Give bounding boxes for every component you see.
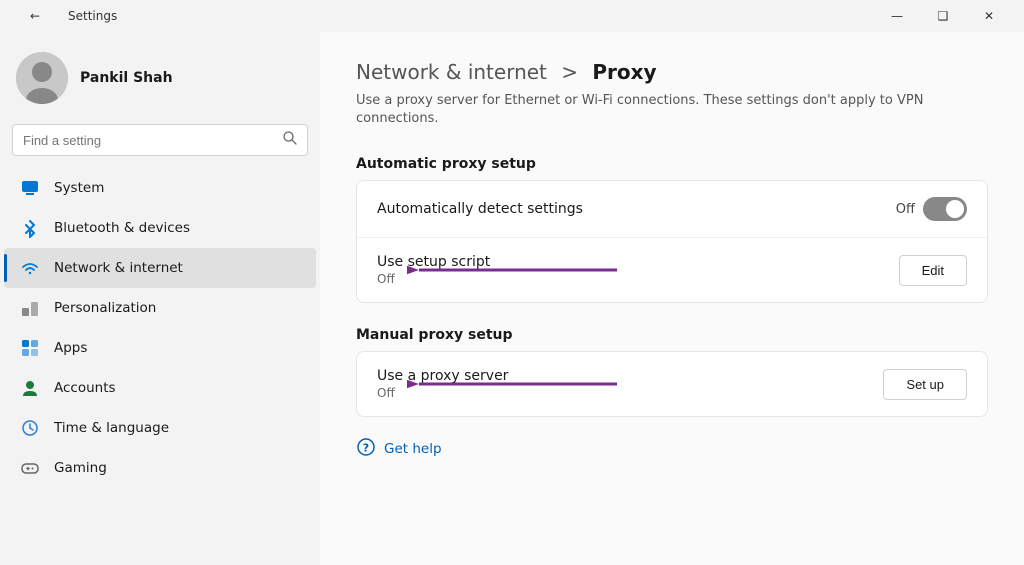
setup-script-sublabel: Off xyxy=(377,272,490,286)
breadcrumb: Network & internet > Proxy xyxy=(356,60,988,84)
breadcrumb-parent[interactable]: Network & internet xyxy=(356,60,547,84)
section-header-manual: Manual proxy setup xyxy=(356,327,988,343)
sidebar-item-gaming-label: Gaming xyxy=(54,460,107,476)
sidebar-item-time-label: Time & language xyxy=(54,420,169,436)
search-box[interactable] xyxy=(12,124,308,156)
sidebar-item-network[interactable]: Network & internet xyxy=(4,248,316,288)
main-content: Network & internet > Proxy Use a proxy s… xyxy=(320,32,1024,565)
avatar xyxy=(16,52,68,104)
bluetooth-icon xyxy=(20,218,40,238)
setup-script-info: Use setup script Off xyxy=(377,254,490,286)
setup-script-edit-button[interactable]: Edit xyxy=(899,255,967,286)
network-icon xyxy=(20,258,40,278)
sidebar-item-apps[interactable]: Apps xyxy=(4,328,316,368)
personalization-icon xyxy=(20,298,40,318)
sidebar-item-personalization-label: Personalization xyxy=(54,300,156,316)
subtitle: Use a proxy server for Ethernet or Wi-Fi… xyxy=(356,92,988,128)
accounts-icon xyxy=(20,378,40,398)
breadcrumb-separator: > xyxy=(561,60,578,84)
system-icon xyxy=(20,178,40,198)
proxy-server-sublabel: Off xyxy=(377,386,508,400)
proxy-server-row: Use a proxy server Off Set up xyxy=(357,352,987,416)
sidebar-item-bluetooth-label: Bluetooth & devices xyxy=(54,220,190,236)
get-help-link[interactable]: ? Get help xyxy=(356,437,988,461)
sidebar-item-personalization[interactable]: Personalization xyxy=(4,288,316,328)
sidebar-item-time[interactable]: Time & language xyxy=(4,408,316,448)
sidebar-item-system-label: System xyxy=(54,180,104,196)
sidebar-item-system[interactable]: System xyxy=(4,168,316,208)
auto-detect-toggle[interactable] xyxy=(923,197,967,221)
search-input[interactable] xyxy=(23,133,275,148)
sidebar-item-accounts-label: Accounts xyxy=(54,380,116,396)
proxy-server-label: Use a proxy server xyxy=(377,368,508,384)
manual-proxy-card: Use a proxy server Off Set up xyxy=(356,351,988,417)
sidebar-item-apps-label: Apps xyxy=(54,340,87,356)
titlebar-controls: — ❑ ✕ xyxy=(874,0,1012,32)
nav-list: System Bluetooth & devices Network xyxy=(0,168,320,557)
time-icon xyxy=(20,418,40,438)
maximize-button[interactable]: ❑ xyxy=(920,0,966,32)
titlebar-left: ← Settings xyxy=(12,0,117,32)
minimize-button[interactable]: — xyxy=(874,0,920,32)
setup-script-row: Use setup script Off Edit xyxy=(357,238,987,302)
search-icon xyxy=(283,131,297,149)
apps-icon xyxy=(20,338,40,358)
sidebar-item-accounts[interactable]: Accounts xyxy=(4,368,316,408)
auto-detect-row: Automatically detect settings Off xyxy=(357,181,987,238)
proxy-server-setup-button[interactable]: Set up xyxy=(883,369,967,400)
section-header-automatic: Automatic proxy setup xyxy=(356,156,988,172)
sidebar-item-network-label: Network & internet xyxy=(54,260,183,276)
proxy-server-info: Use a proxy server Off xyxy=(377,368,508,400)
svg-text:?: ? xyxy=(363,442,369,455)
auto-detect-label: Automatically detect settings xyxy=(377,201,583,217)
sidebar-item-bluetooth[interactable]: Bluetooth & devices xyxy=(4,208,316,248)
help-circle-icon: ? xyxy=(356,437,376,461)
titlebar: ← Settings — ❑ ✕ xyxy=(0,0,1024,32)
app-body: Pankil Shah System xyxy=(0,32,1024,565)
user-name: Pankil Shah xyxy=(80,70,173,86)
automatic-proxy-card: Automatically detect settings Off Use se… xyxy=(356,180,988,303)
titlebar-title: Settings xyxy=(68,9,117,23)
close-button[interactable]: ✕ xyxy=(966,0,1012,32)
auto-detect-toggle-group: Off xyxy=(896,197,967,221)
sidebar-item-gaming[interactable]: Gaming xyxy=(4,448,316,488)
sidebar: Pankil Shah System xyxy=(0,32,320,565)
auto-detect-toggle-label: Off xyxy=(896,202,915,217)
setup-script-label: Use setup script xyxy=(377,254,490,270)
get-help-label: Get help xyxy=(384,441,442,457)
page-title: Proxy xyxy=(592,60,656,84)
user-profile[interactable]: Pankil Shah xyxy=(0,40,320,120)
back-button[interactable]: ← xyxy=(12,0,58,32)
gaming-icon xyxy=(20,458,40,478)
